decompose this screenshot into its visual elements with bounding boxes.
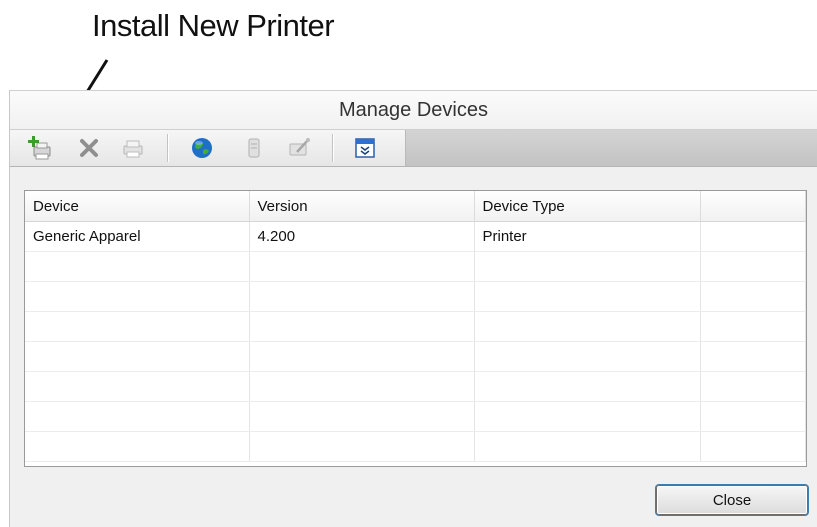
table-header-row: Device Version Device Type [25, 191, 806, 222]
install-new-printer-button[interactable] [24, 134, 54, 162]
table-row [25, 371, 806, 402]
network-button[interactable] [187, 134, 217, 162]
cell-device-type: Printer [474, 221, 701, 252]
expand-panel-button[interactable] [350, 134, 380, 162]
column-header-version[interactable]: Version [249, 191, 475, 222]
toolbar-separator [167, 134, 169, 162]
device-icon [248, 138, 260, 158]
toolbar-separator [332, 134, 334, 162]
configure-icon [289, 138, 310, 156]
cell-extra [700, 221, 806, 252]
table-row [25, 281, 806, 312]
close-button[interactable]: Close [656, 485, 808, 515]
toolbar-button-strip [10, 130, 406, 166]
manage-devices-window: Manage Devices Device Version Device Typ… [9, 90, 817, 527]
print-button[interactable] [118, 134, 148, 162]
cell-version: 4.200 [249, 221, 475, 252]
table-row [25, 251, 806, 282]
toolbar [10, 129, 817, 167]
add-printer-icon [28, 136, 51, 160]
printer-icon [123, 140, 143, 158]
globe-icon [192, 138, 212, 158]
devices-table: Device Version Device Type Generic Appar… [24, 190, 807, 467]
column-header-extra[interactable] [700, 191, 806, 222]
cell-device: Generic Apparel [25, 221, 250, 252]
column-header-device[interactable]: Device [25, 191, 250, 222]
device-button[interactable] [239, 134, 269, 162]
table-row[interactable]: Generic Apparel 4.200 Printer [25, 221, 806, 252]
install-new-printer-annotation: Install New Printer [92, 8, 335, 43]
table-row [25, 311, 806, 342]
delete-icon [80, 139, 98, 157]
configure-button[interactable] [284, 134, 314, 162]
window-title: Manage Devices [10, 91, 817, 129]
expand-panel-icon [355, 138, 375, 158]
column-header-device-type[interactable]: Device Type [474, 191, 701, 222]
table-row [25, 341, 806, 372]
delete-device-button[interactable] [74, 134, 104, 162]
table-row [25, 431, 806, 462]
table-row [25, 401, 806, 432]
